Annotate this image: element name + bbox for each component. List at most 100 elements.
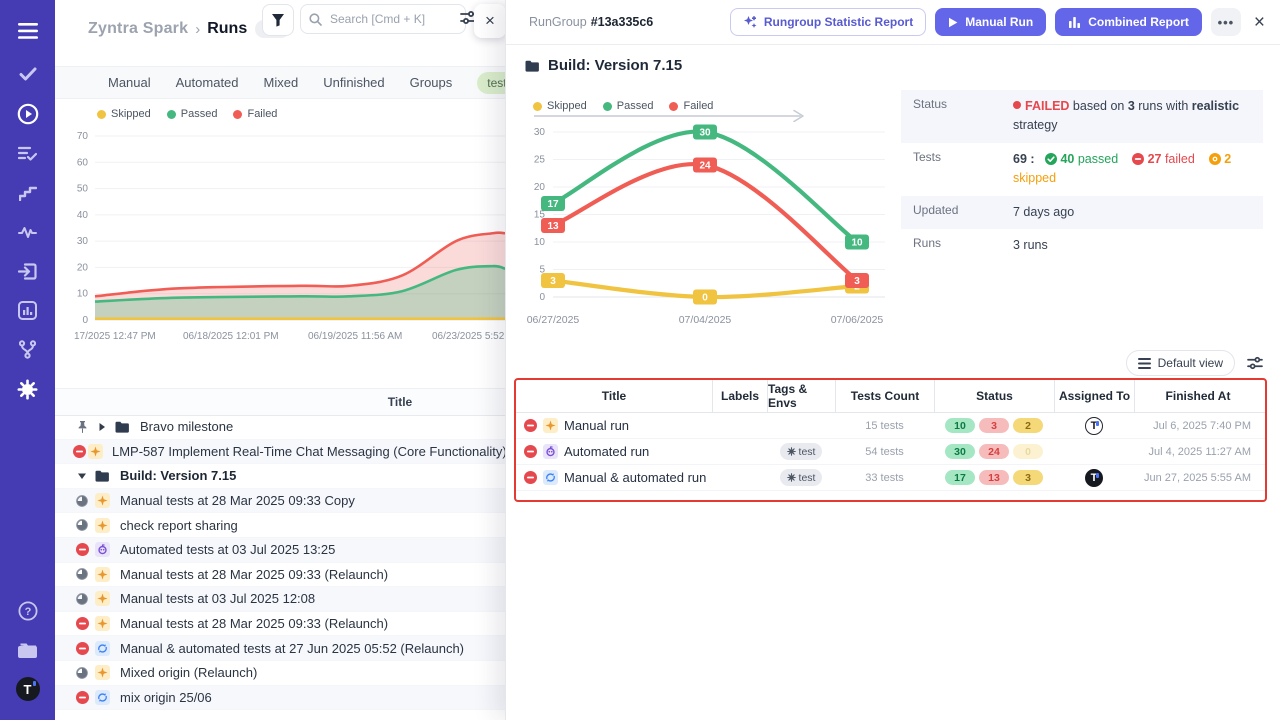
list-item[interactable]: check report sharing: [55, 513, 505, 538]
run-title: Manual & automated tests at 27 Jun 2025 …: [120, 641, 464, 656]
list-item[interactable]: LMP-587 Implement Real-Time Chat Messagi…: [55, 440, 505, 465]
table-row[interactable]: Manual & automated runtest33 tests17133T…: [516, 465, 1265, 491]
gear-icon: [787, 473, 796, 482]
info-row-runs: Runs 3 runs: [901, 229, 1263, 262]
list-item[interactable]: mix origin 25/06: [55, 686, 505, 711]
x-axis-label: 17/2025 12:47 PM: [74, 331, 156, 342]
manual-run-icon: [95, 493, 110, 508]
tab-groups[interactable]: Groups: [410, 75, 453, 90]
failed-badge: 24: [979, 444, 1009, 459]
tab-automated[interactable]: Automated: [176, 75, 239, 90]
list-item[interactable]: Mixed origin (Relaunch): [55, 661, 505, 686]
list-item[interactable]: Automated tests at 03 Jul 2025 13:25: [55, 538, 505, 563]
tab-mixed[interactable]: Mixed: [264, 75, 299, 90]
tag-pill[interactable]: test: [780, 469, 823, 486]
column-header-finished-at[interactable]: Finished At: [1134, 380, 1261, 412]
default-view-button[interactable]: Default view: [1126, 350, 1235, 376]
combined-report-button[interactable]: Combined Report: [1055, 8, 1202, 36]
automated-run-icon: [543, 444, 558, 459]
assigned-cell: T: [1054, 469, 1134, 487]
tab-unfinished[interactable]: Unfinished: [323, 75, 384, 90]
manual-run-button[interactable]: Manual Run: [935, 8, 1046, 36]
svg-text:0: 0: [702, 293, 708, 304]
projects-folder-icon[interactable]: [0, 633, 55, 667]
legend-item-passed[interactable]: Passed: [167, 108, 218, 120]
run-type-tabs: Manual Automated Mixed Unfinished Groups tes…: [55, 66, 505, 99]
column-header-status[interactable]: Status: [934, 380, 1054, 412]
tab-manual[interactable]: Manual: [108, 75, 151, 90]
activity-pulse-icon[interactable]: [0, 215, 55, 249]
table-settings-icon[interactable]: [1247, 356, 1263, 370]
list-item[interactable]: Bravo milestone: [55, 415, 505, 440]
legend-item-failed[interactable]: Failed: [233, 108, 277, 120]
svg-text:10: 10: [851, 238, 863, 249]
passed-badge: 10: [945, 418, 975, 433]
partial-status-icon: [76, 667, 88, 679]
failed-dot-icon: [1013, 101, 1021, 109]
manual-run-icon: [95, 591, 110, 606]
column-header-tests-count[interactable]: Tests Count: [835, 380, 934, 412]
chevron-down-icon[interactable]: [77, 472, 87, 480]
legend-item-skipped[interactable]: Skipped: [97, 108, 151, 120]
panel-close-button[interactable]: ×: [474, 4, 505, 38]
list-item[interactable]: Manual & automated tests at 27 Jun 2025 …: [55, 636, 505, 661]
failed-status-icon: [524, 419, 537, 432]
help-icon[interactable]: ?: [0, 594, 55, 628]
runs-label: Runs: [913, 236, 1013, 255]
status-value: FAILED based on 3 runs with realistic st…: [1013, 97, 1251, 136]
column-header-tags-envs[interactable]: Tags & Envs: [767, 380, 835, 412]
legend-dot: [167, 110, 176, 119]
filter-button[interactable]: [262, 4, 294, 36]
search-input[interactable]: [328, 11, 442, 27]
chevron-right-icon[interactable]: [98, 422, 106, 432]
runs-value: 3 runs: [1013, 236, 1048, 255]
column-header-labels[interactable]: Labels: [712, 380, 767, 412]
manual-run-icon: [543, 418, 558, 433]
statistic-report-button[interactable]: Rungroup Statistic Report: [730, 8, 926, 36]
tags-cell: test: [767, 469, 835, 486]
tests-count-cell: 54 tests: [835, 446, 934, 458]
skipped-badge: 3: [1013, 470, 1043, 485]
import-icon[interactable]: [0, 254, 55, 288]
runs-play-icon[interactable]: [0, 97, 55, 131]
runs-table: TitleLabelsTags & EnvsTests CountStatusA…: [514, 378, 1267, 502]
run-title: Manual tests at 28 Mar 2025 09:33 (Relau…: [120, 616, 388, 631]
mixed-run-icon: [543, 470, 558, 485]
list-item[interactable]: Manual tests at 03 Jul 2025 12:08: [55, 587, 505, 612]
test-plans-icon[interactable]: [0, 136, 55, 170]
menu-icon[interactable]: [0, 14, 55, 48]
milestones-stairs-icon[interactable]: [0, 176, 55, 210]
list-item[interactable]: Build: Version 7.15: [55, 464, 505, 489]
search-box[interactable]: [300, 4, 466, 34]
settings-gear-icon[interactable]: [0, 372, 55, 406]
partial-status-icon: [76, 495, 88, 507]
column-header-title[interactable]: Title: [516, 380, 712, 412]
svg-text:07/06/2025: 07/06/2025: [831, 314, 884, 326]
profile-avatar[interactable]: T: [0, 672, 55, 706]
drawer-close-button[interactable]: ×: [1254, 13, 1265, 32]
list-item[interactable]: Manual tests at 28 Mar 2025 09:33 (Relau…: [55, 612, 505, 637]
partial-status-icon: [76, 593, 88, 605]
bar-chart-icon: [1068, 16, 1081, 28]
table-row[interactable]: Manual run15 tests1032TJul 6, 2025 7:40 …: [516, 413, 1265, 439]
table-row[interactable]: Automated runtest54 tests30240Jul 4, 202…: [516, 439, 1265, 465]
tab-chip-test-work[interactable]: test work: [477, 72, 505, 94]
list-item[interactable]: Manual tests at 28 Mar 2025 09:33 Copy: [55, 489, 505, 514]
legend-dot: [233, 110, 242, 119]
tests-check-icon[interactable]: [0, 57, 55, 91]
skipped-badge: 0: [1013, 444, 1043, 459]
run-title: Manual tests at 28 Mar 2025 09:33 Copy: [120, 493, 355, 508]
column-header-assigned-to[interactable]: Assigned To: [1054, 380, 1134, 412]
status-cell: 17133: [934, 470, 1054, 485]
status-cell: 30240: [934, 444, 1054, 459]
list-item[interactable]: Manual tests at 28 Mar 2025 09:33 (Relau…: [55, 563, 505, 588]
drawer-header: RunGroup#13a335c6 Rungroup Statistic Rep…: [506, 0, 1280, 45]
more-actions-button[interactable]: •••: [1211, 8, 1241, 36]
analytics-icon[interactable]: [0, 293, 55, 327]
updated-label: Updated: [913, 203, 1013, 222]
manual-run-icon: [88, 444, 103, 459]
tag-pill[interactable]: test: [780, 443, 823, 460]
branch-icon[interactable]: [0, 332, 55, 366]
manual-run-icon: [95, 518, 110, 533]
rungroup-info-panel: Status FAILED based on 3 runs with reali…: [901, 90, 1263, 262]
